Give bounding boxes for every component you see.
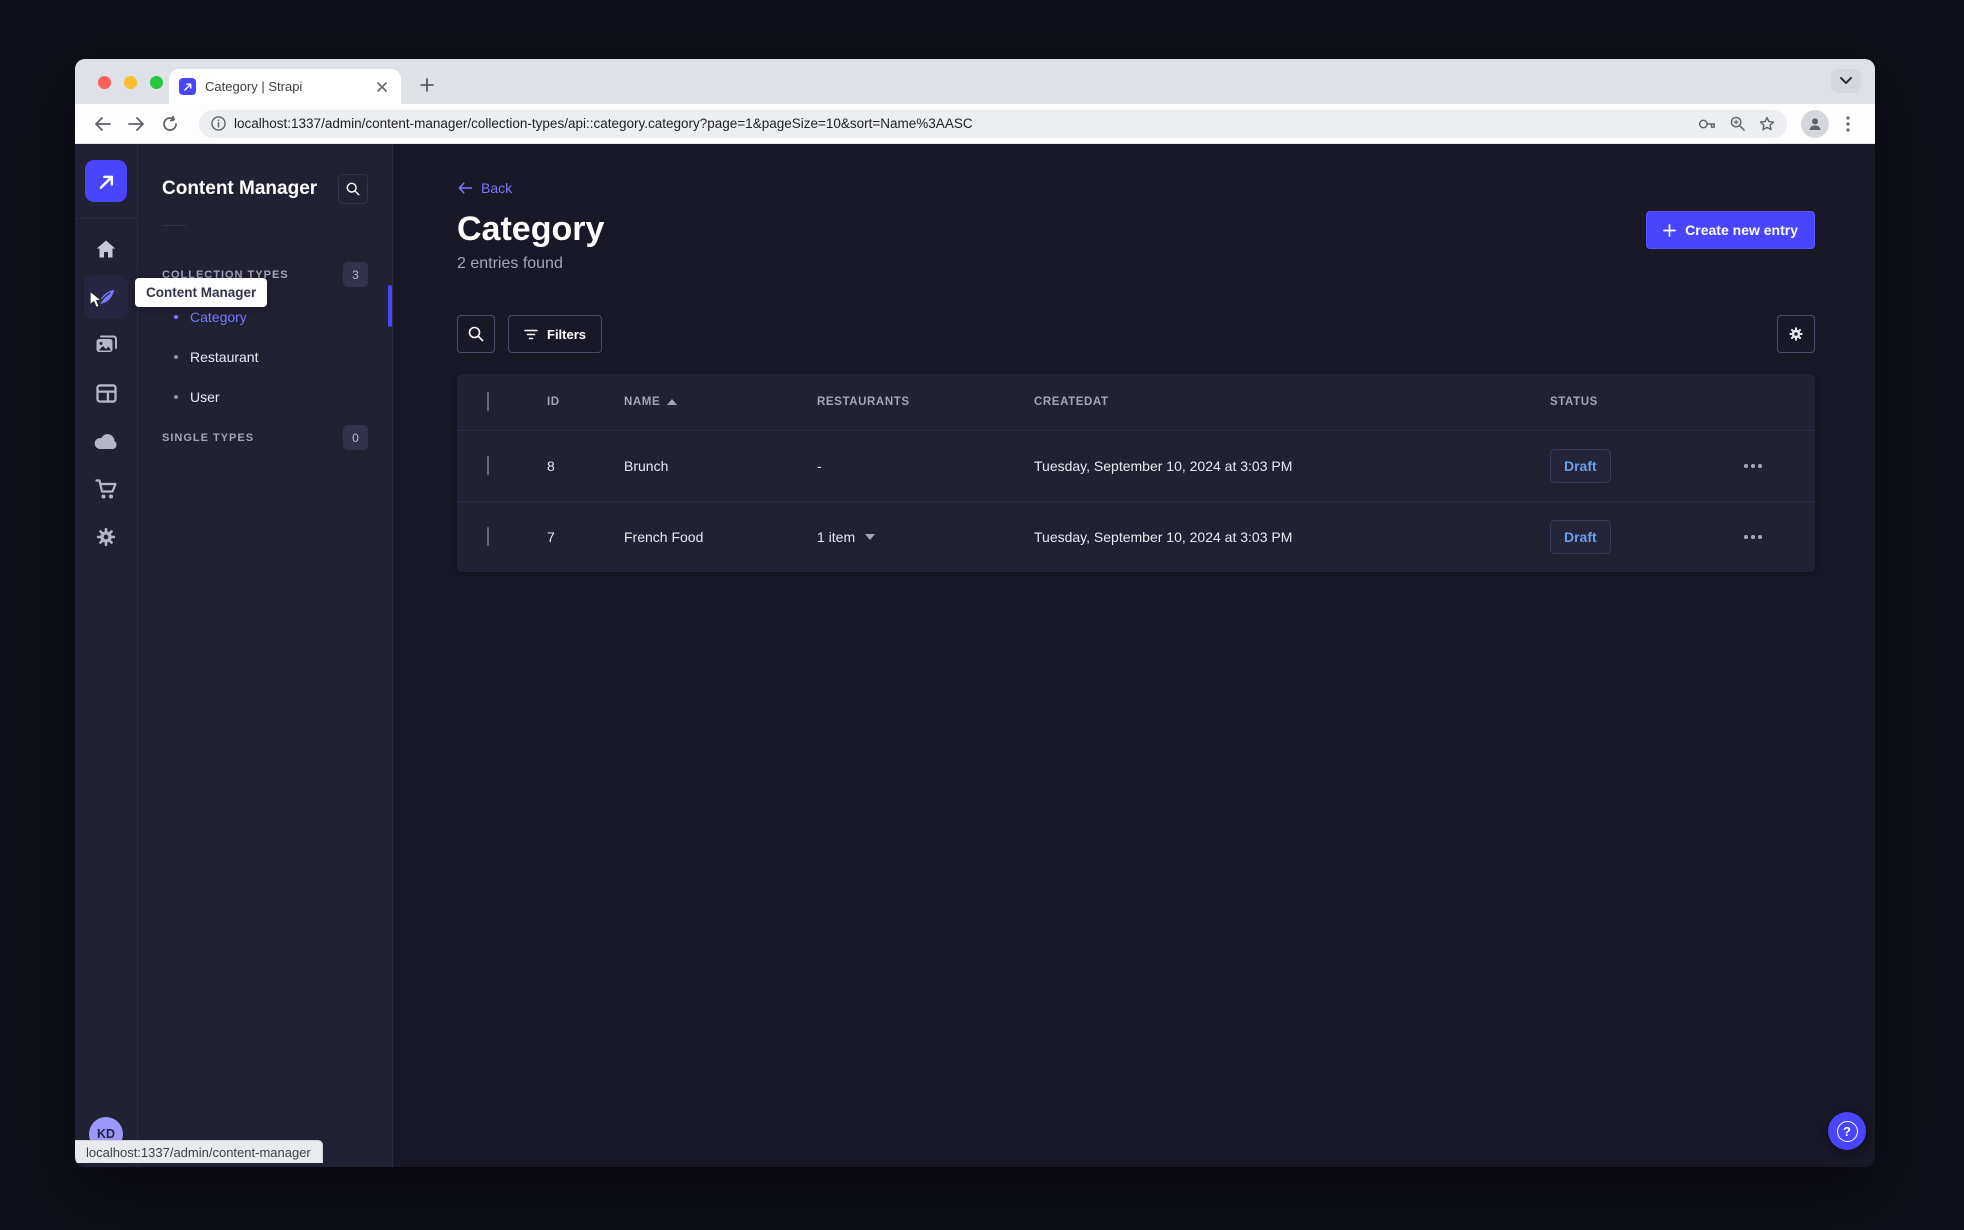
- back-nav-icon[interactable]: [87, 109, 117, 139]
- new-tab-button[interactable]: [415, 73, 439, 97]
- table-row[interactable]: 7 French Food 1 item Tuesday, September …: [457, 501, 1815, 572]
- active-item-indicator: [388, 285, 392, 327]
- zoom-page-icon[interactable]: [1730, 116, 1745, 131]
- table-header-row: ID NAME RESTAURANTS CREATEDAT STATUS: [457, 374, 1815, 430]
- browser-menu-icon[interactable]: [1833, 109, 1863, 139]
- cell-restaurants[interactable]: 1 item: [797, 529, 1014, 545]
- content-type-builder-icon[interactable]: [84, 371, 128, 415]
- cell-createdat: Tuesday, September 10, 2024 at 3:03 PM: [1034, 529, 1293, 545]
- browser-tab-strip: Category | Strapi: [75, 59, 1875, 104]
- nav-item-label: Restaurant: [190, 349, 259, 365]
- create-new-entry-label: Create new entry: [1685, 222, 1798, 238]
- view-settings-button[interactable]: [1777, 315, 1815, 353]
- reload-icon[interactable]: [155, 109, 185, 139]
- table-row[interactable]: 8 Brunch - Tuesday, September 10, 2024 a…: [457, 430, 1815, 501]
- subnav-divider: [162, 225, 186, 226]
- row-actions-menu[interactable]: [1730, 464, 1815, 468]
- page-title: Category: [457, 210, 605, 248]
- cell-name: Brunch: [624, 458, 669, 474]
- url-text[interactable]: localhost:1337/admin/content-manager/col…: [234, 116, 1690, 131]
- sidebar-tooltip: Content Manager: [135, 278, 268, 307]
- title-block: Category 2 entries found: [457, 209, 604, 273]
- media-library-icon[interactable]: [84, 323, 128, 367]
- single-types-section: SINGLE TYPES 0: [162, 425, 368, 450]
- minimize-window-button[interactable]: [124, 76, 137, 89]
- nav-item-label: Category: [190, 309, 247, 325]
- back-link[interactable]: Back: [457, 180, 1815, 196]
- create-new-entry-button[interactable]: Create new entry: [1646, 211, 1815, 249]
- subnav-search-button[interactable]: [338, 174, 368, 204]
- filters-label: Filters: [547, 326, 587, 342]
- tab-title: Category | Strapi: [205, 79, 303, 94]
- chevron-down-icon: [865, 534, 876, 540]
- select-all-checkbox[interactable]: [487, 392, 489, 411]
- column-header-createdat[interactable]: CREATEDAT: [1014, 396, 1530, 408]
- cell-id: 7: [547, 529, 555, 545]
- main-content: Back Category 2 entries found Create new…: [393, 144, 1875, 1167]
- maximize-window-button[interactable]: [150, 76, 163, 89]
- window-controls: [98, 76, 163, 89]
- strapi-app: KD Content Manager COLLECTION TYPES 3 Ca…: [75, 144, 1875, 1167]
- row-checkbox[interactable]: [487, 456, 489, 475]
- strapi-favicon-icon: [179, 78, 196, 95]
- close-window-button[interactable]: [98, 76, 111, 89]
- row-checkbox[interactable]: [487, 527, 489, 546]
- browser-toolbar: localhost:1337/admin/content-manager/col…: [75, 104, 1875, 144]
- home-icon[interactable]: [84, 227, 128, 271]
- cloud-icon[interactable]: [84, 419, 128, 463]
- cell-restaurants: -: [817, 458, 822, 474]
- url-bar[interactable]: localhost:1337/admin/content-manager/col…: [199, 109, 1787, 138]
- bullet-icon: [174, 315, 178, 319]
- forward-nav-icon[interactable]: [121, 109, 151, 139]
- table-search-button[interactable]: [457, 315, 495, 353]
- question-mark-icon: ?: [1836, 1120, 1858, 1142]
- row-actions-menu[interactable]: [1730, 535, 1815, 539]
- settings-gear-icon[interactable]: [84, 515, 128, 559]
- password-key-icon[interactable]: [1698, 117, 1716, 131]
- tab-close-icon[interactable]: [373, 78, 391, 96]
- column-header-restaurants[interactable]: RESTAURANTS: [797, 396, 1014, 408]
- collection-types-list: Category Restaurant User: [162, 297, 368, 417]
- bullet-icon: [174, 355, 178, 359]
- cell-id: 8: [547, 458, 555, 474]
- main-nav-rail: KD: [75, 144, 138, 1167]
- column-header-status[interactable]: STATUS: [1530, 396, 1730, 408]
- nav-item-label: User: [190, 389, 220, 405]
- collection-types-count-badge: 3: [343, 262, 368, 287]
- help-button[interactable]: ?: [1828, 1112, 1866, 1150]
- status-badge: Draft: [1550, 520, 1611, 554]
- browser-tab[interactable]: Category | Strapi: [169, 69, 401, 104]
- browser-window: Category | Strapi localhost:1337/admin/c…: [75, 59, 1875, 1167]
- single-types-count-badge: 0: [343, 425, 368, 450]
- entries-count: 2 entries found: [457, 255, 563, 272]
- status-badge: Draft: [1550, 449, 1611, 483]
- filters-button[interactable]: Filters: [508, 315, 603, 353]
- filter-icon: [524, 329, 538, 339]
- browser-profile-icon[interactable]: [1801, 109, 1829, 138]
- single-types-label: SINGLE TYPES: [162, 431, 255, 444]
- status-bar-link-preview: localhost:1337/admin/content-manager: [75, 1140, 323, 1163]
- column-header-name[interactable]: NAME: [604, 396, 797, 408]
- entries-table: ID NAME RESTAURANTS CREATEDAT STATUS 8 B…: [457, 374, 1815, 572]
- rail-divider: [75, 218, 138, 219]
- column-header-id[interactable]: ID: [527, 396, 604, 408]
- bookmark-star-icon[interactable]: [1759, 116, 1775, 132]
- page-info-icon[interactable]: [211, 116, 226, 131]
- sidebar-item-restaurant[interactable]: Restaurant: [162, 337, 368, 377]
- sort-ascending-icon: [667, 399, 678, 405]
- marketplace-cart-icon[interactable]: [84, 467, 128, 511]
- subnav-title: Content Manager: [162, 178, 318, 199]
- tab-search-button[interactable]: [1831, 69, 1861, 93]
- strapi-logo-icon[interactable]: [85, 160, 127, 202]
- back-label: Back: [481, 180, 513, 196]
- mouse-cursor: [89, 290, 106, 310]
- cell-createdat: Tuesday, September 10, 2024 at 3:03 PM: [1034, 458, 1293, 474]
- sidebar-item-user[interactable]: User: [162, 377, 368, 417]
- bullet-icon: [174, 395, 178, 399]
- cell-name: French Food: [624, 529, 704, 545]
